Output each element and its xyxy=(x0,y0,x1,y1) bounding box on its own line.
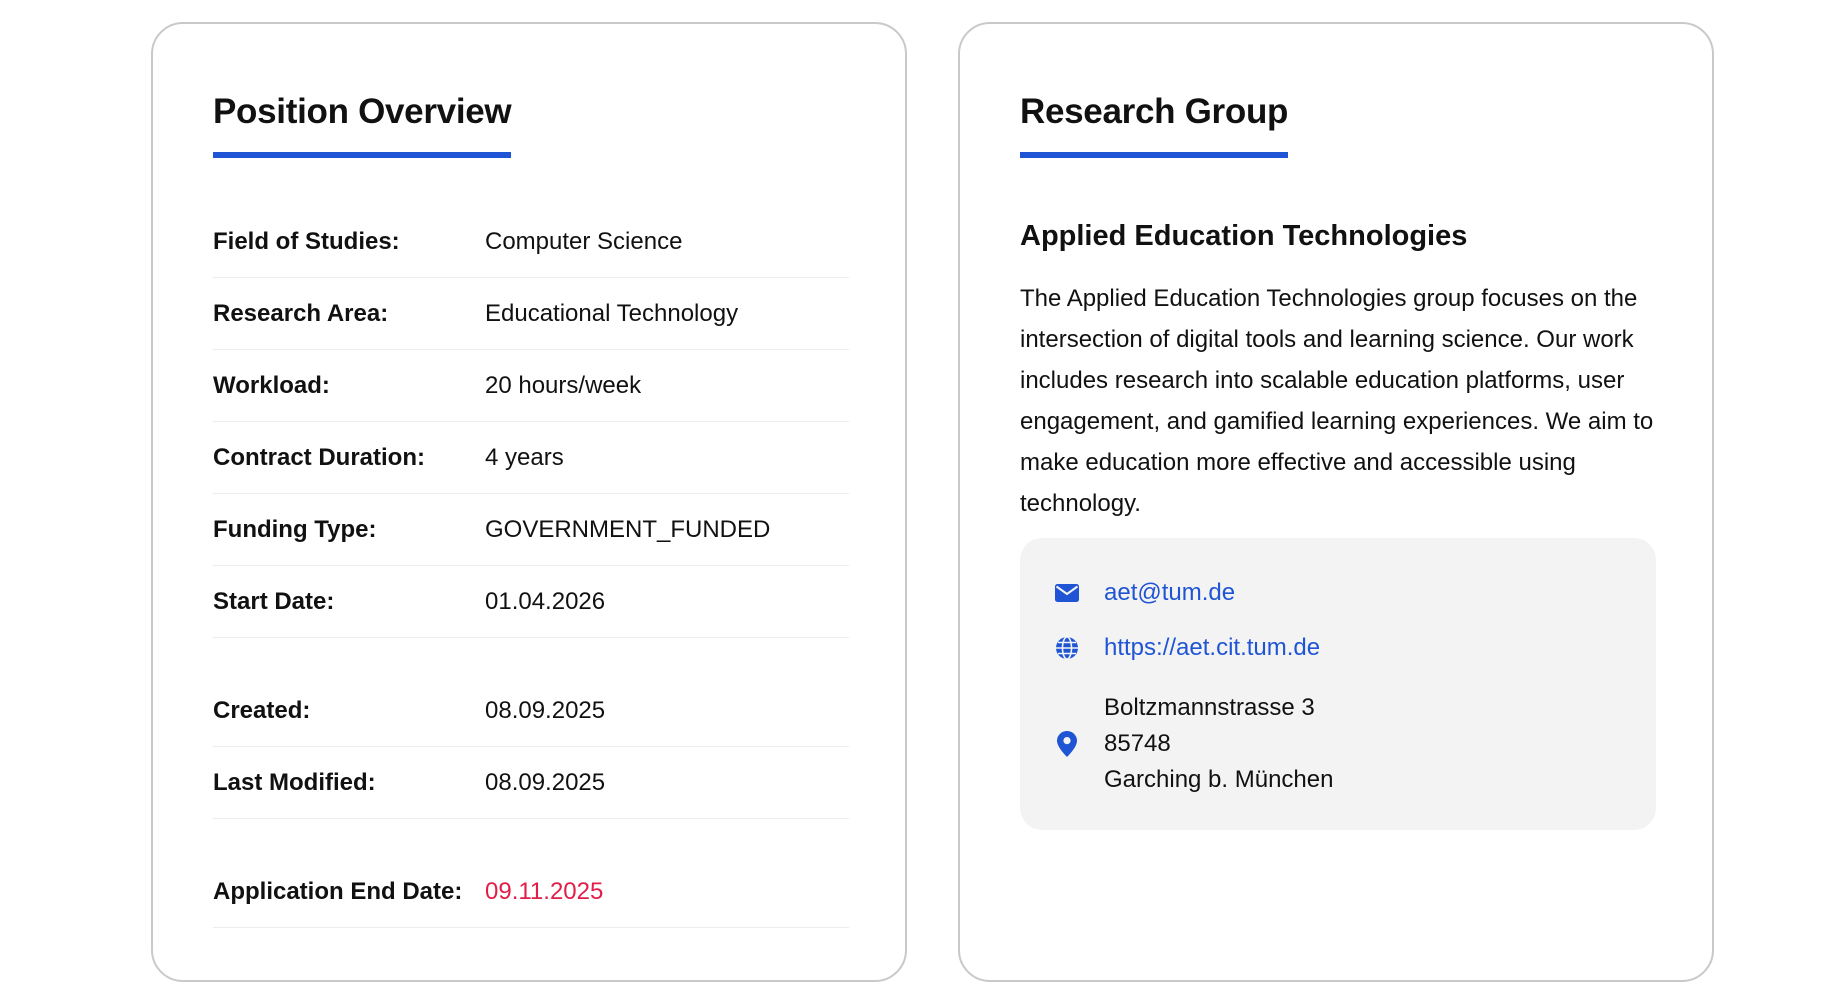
position-overview-title: Position Overview xyxy=(213,92,512,159)
detail-label: Research Area: xyxy=(213,299,389,327)
detail-row-last-modified: Last Modified: 08.09.2025 xyxy=(213,747,849,819)
detail-value: Computer Science xyxy=(485,227,683,255)
detail-label: Application End Date: xyxy=(213,877,463,905)
detail-value: Educational Technology xyxy=(485,299,739,327)
detail-row-field-of-studies: Field of Studies: Computer Science xyxy=(213,206,849,278)
detail-value: 4 years xyxy=(485,443,564,471)
globe-icon xyxy=(1054,635,1080,661)
detail-row-contract-duration: Contract Duration: 4 years xyxy=(213,422,849,494)
envelope-icon xyxy=(1054,580,1080,606)
detail-label: Start Date: xyxy=(213,587,335,615)
detail-value: 08.09.2025 xyxy=(485,696,606,724)
contact-info-box: aet@tum.de https://aet.cit.tum.de Boltzm… xyxy=(1020,538,1656,830)
contact-website-link[interactable]: https://aet.cit.tum.de xyxy=(1104,634,1320,662)
research-group-card: Research Group Applied Education Technol… xyxy=(958,22,1714,982)
contact-address-row: Boltzmannstrasse 3 85748 Garching b. Mün… xyxy=(1054,690,1333,798)
detail-label: Field of Studies: xyxy=(213,227,400,255)
address-postal-code: 85748 xyxy=(1104,730,1171,757)
detail-label: Last Modified: xyxy=(213,768,376,796)
detail-row-application-end-date: Application End Date: 09.11.2025 xyxy=(213,856,849,928)
position-overview-card: Position Overview Field of Studies: Comp… xyxy=(151,22,907,982)
application-deadline-value: 09.11.2025 xyxy=(485,877,604,905)
address-street: Boltzmannstrasse 3 xyxy=(1104,694,1315,721)
contact-email-row: aet@tum.de xyxy=(1054,579,1235,607)
detail-value: GOVERNMENT_FUNDED xyxy=(485,515,771,543)
detail-row-workload: Workload: 20 hours/week xyxy=(213,350,849,422)
position-details-list: Field of Studies: Computer Science Resea… xyxy=(213,206,849,928)
detail-label: Funding Type: xyxy=(213,515,377,543)
detail-row-research-area: Research Area: Educational Technology xyxy=(213,278,849,350)
contact-email-link[interactable]: aet@tum.de xyxy=(1104,579,1235,607)
detail-row-funding-type: Funding Type: GOVERNMENT_FUNDED xyxy=(213,494,849,566)
detail-row-created: Created: 08.09.2025 xyxy=(213,675,849,747)
contact-website-row: https://aet.cit.tum.de xyxy=(1054,634,1320,662)
detail-row-start-date: Start Date: 01.04.2026 xyxy=(213,566,849,638)
contact-address: Boltzmannstrasse 3 85748 Garching b. Mün… xyxy=(1104,690,1333,798)
detail-label: Created: xyxy=(213,696,311,724)
detail-value: 08.09.2025 xyxy=(485,768,606,796)
detail-label: Contract Duration: xyxy=(213,443,425,471)
detail-value: 20 hours/week xyxy=(485,371,642,399)
address-city: Garching b. München xyxy=(1104,766,1334,793)
research-group-description: The Applied Education Technologies group… xyxy=(1020,285,1654,517)
map-pin-icon xyxy=(1054,731,1080,757)
detail-label: Workload: xyxy=(213,371,330,399)
research-group-title: Research Group xyxy=(1020,92,1288,159)
research-group-name: Applied Education Technologies xyxy=(1020,220,1468,252)
detail-value: 01.04.2026 xyxy=(485,587,606,615)
